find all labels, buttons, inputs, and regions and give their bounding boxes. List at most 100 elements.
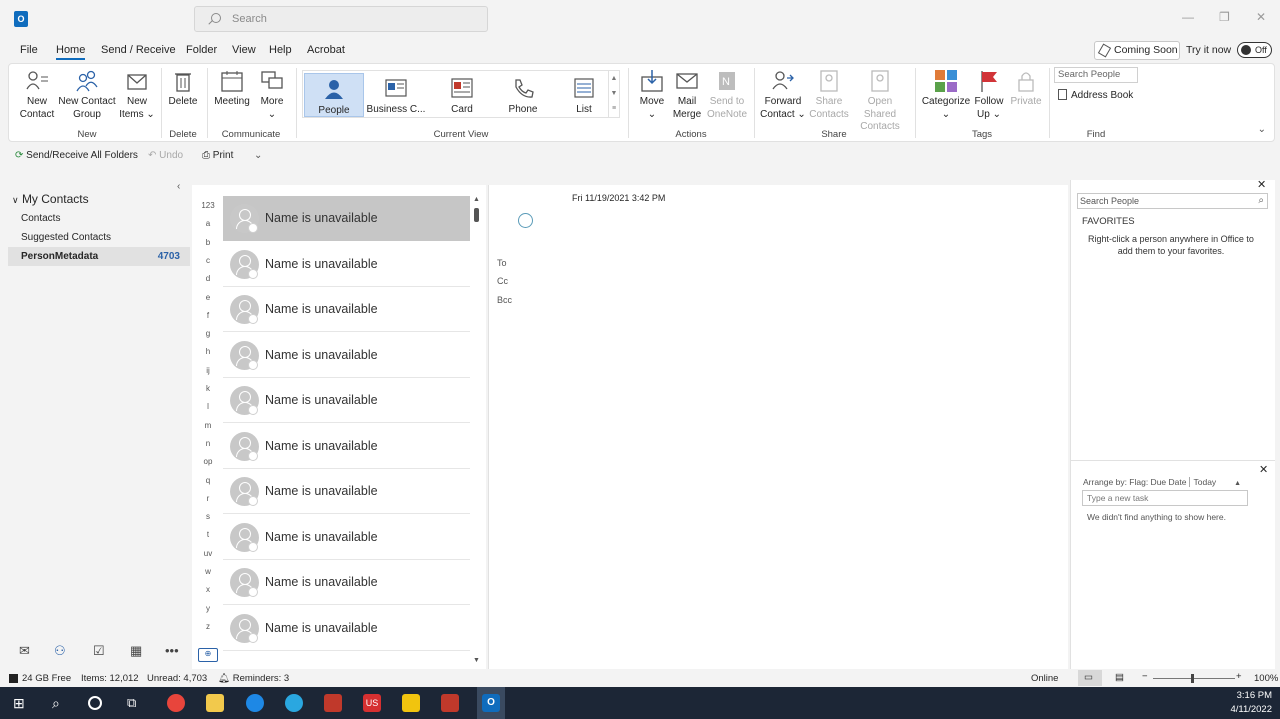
- menu-file[interactable]: File: [20, 44, 38, 56]
- new-task-input[interactable]: Type a new task: [1082, 490, 1248, 506]
- customize-qat-icon[interactable]: ⌄: [254, 150, 262, 161]
- file-explorer-icon[interactable]: [206, 694, 224, 712]
- menu-send-receive[interactable]: Send / Receive: [101, 44, 176, 56]
- alphabet-index-letter[interactable]: op: [196, 457, 220, 466]
- categorize-button[interactable]: Categorize ⌄: [921, 69, 971, 121]
- contact-list-scrollbar[interactable]: ▲ ▼: [470, 196, 484, 668]
- menu-home[interactable]: Home: [56, 44, 86, 60]
- edge-icon[interactable]: [246, 694, 264, 712]
- folder-contacts[interactable]: Contacts: [21, 213, 60, 224]
- scroll-thumb[interactable]: [474, 208, 479, 222]
- mail-icon[interactable]: ✉: [19, 643, 30, 659]
- sort-up-icon[interactable]: ▲: [1234, 480, 1241, 487]
- reminders-button[interactable]: 🔔︎ Reminders: 3: [218, 673, 289, 684]
- close-tasks-icon[interactable]: ✕: [1259, 463, 1268, 476]
- zoom-out-icon[interactable]: −: [1142, 671, 1148, 682]
- new-contact-group-button[interactable]: New Contact Group: [57, 69, 117, 121]
- new-contact-button[interactable]: New Contact: [17, 69, 57, 121]
- task-view-icon[interactable]: ⧉: [127, 694, 145, 712]
- app-red-icon[interactable]: [324, 694, 342, 712]
- menu-help[interactable]: Help: [269, 44, 292, 56]
- scroll-up-icon[interactable]: ▲: [473, 196, 480, 203]
- menu-folder[interactable]: Folder: [186, 44, 217, 56]
- alphabet-index-letter[interactable]: y: [196, 604, 220, 613]
- alphabet-index-letter[interactable]: l: [196, 402, 220, 411]
- menu-view[interactable]: View: [232, 44, 256, 56]
- reading-view-icon[interactable]: ▤: [1115, 672, 1124, 683]
- my-contacts-header[interactable]: ∨ My Contacts: [12, 192, 89, 206]
- view-people[interactable]: People: [304, 73, 364, 117]
- tasks-icon[interactable]: ☑: [93, 643, 105, 659]
- contact-row[interactable]: Name is unavailable: [223, 514, 470, 560]
- view-phone[interactable]: Phone: [493, 73, 553, 117]
- close-people-pane-icon[interactable]: ✕: [1257, 178, 1266, 191]
- contact-row[interactable]: Name is unavailable: [223, 241, 470, 287]
- contact-row[interactable]: Name is unavailable: [223, 560, 470, 605]
- private-button[interactable]: Private: [1009, 69, 1043, 109]
- alphabet-index-letter[interactable]: e: [196, 293, 220, 302]
- alphabet-index-letter[interactable]: 123: [196, 201, 220, 210]
- undo-button[interactable]: ↶ Undo: [148, 150, 183, 161]
- collapse-folder-pane-icon[interactable]: ‹: [177, 181, 180, 192]
- follow-up-button[interactable]: Follow Up ⌄: [971, 69, 1007, 121]
- alphabet-index-letter[interactable]: w: [196, 567, 220, 576]
- alphabet-index-letter[interactable]: d: [196, 274, 220, 283]
- forward-contact-button[interactable]: Forward Contact ⌄: [759, 69, 807, 121]
- alphabet-index-letter[interactable]: uv: [196, 549, 220, 558]
- alphabet-index-letter[interactable]: z: [196, 622, 220, 631]
- move-button[interactable]: Move ⌄: [634, 69, 670, 121]
- app-us-icon[interactable]: US: [363, 694, 381, 712]
- people-pane-search-input[interactable]: Search People ⌕: [1077, 193, 1268, 209]
- alphabet-index-letter[interactable]: q: [196, 476, 220, 485]
- print-button[interactable]: ⎙ Print: [202, 150, 233, 161]
- try-it-toggle[interactable]: Off: [1237, 42, 1272, 58]
- contact-row[interactable]: Name is unavailable: [223, 378, 470, 423]
- global-search-box[interactable]: Search: [194, 6, 488, 32]
- zoom-slider-track[interactable]: [1153, 678, 1235, 679]
- alphabet-index-letter[interactable]: ij: [196, 366, 220, 375]
- contact-row[interactable]: Name is unavailable: [223, 469, 470, 514]
- close-window-icon[interactable]: ✕: [1256, 10, 1266, 24]
- language-index-icon[interactable]: ⊕: [198, 648, 218, 662]
- collapse-ribbon-icon[interactable]: ⌄: [1258, 124, 1266, 135]
- alphabet-index-letter[interactable]: t: [196, 530, 220, 539]
- contact-row[interactable]: Name is unavailable: [223, 287, 470, 332]
- calendar-nav-icon[interactable]: ▦: [130, 643, 142, 659]
- alphabet-index-letter[interactable]: h: [196, 347, 220, 356]
- more-apps-icon[interactable]: •••: [165, 643, 179, 658]
- address-book-button[interactable]: Address Book: [1058, 89, 1133, 101]
- alphabet-index-letter[interactable]: k: [196, 384, 220, 393]
- scroll-down-icon[interactable]: ▼: [473, 657, 480, 664]
- meeting-button[interactable]: Meeting: [212, 69, 252, 109]
- alphabet-index-letter[interactable]: g: [196, 329, 220, 338]
- mail-merge-button[interactable]: Mail Merge: [670, 69, 704, 121]
- share-contacts-button[interactable]: Share Contacts: [809, 69, 849, 121]
- zoom-in-icon[interactable]: +: [1236, 671, 1242, 682]
- windows-start-icon[interactable]: ⊞: [13, 694, 31, 712]
- outlook-app-icon[interactable]: O: [14, 11, 28, 27]
- send-to-onenote-button[interactable]: N Send to OneNote: [706, 69, 748, 121]
- folder-personmetadata[interactable]: PersonMetadata 4703: [8, 247, 190, 266]
- alphabet-index-letter[interactable]: f: [196, 311, 220, 320]
- open-shared-contacts-button[interactable]: Open Shared Contacts: [851, 69, 909, 134]
- system-clock[interactable]: 3:16 PM 4/11/2022: [1230, 689, 1272, 717]
- more-button[interactable]: More ⌄: [254, 69, 290, 121]
- gallery-scroll[interactable]: ▲ ▼ ≡: [608, 71, 619, 117]
- zoom-slider-thumb[interactable]: [1191, 674, 1194, 683]
- send-receive-all-button[interactable]: ⟳ Send/Receive All Folders: [15, 150, 138, 161]
- alphabet-index-letter[interactable]: n: [196, 439, 220, 448]
- folder-suggested-contacts[interactable]: Suggested Contacts: [21, 232, 111, 243]
- alphabet-index-letter[interactable]: c: [196, 256, 220, 265]
- alphabet-index-letter[interactable]: m: [196, 421, 220, 430]
- contact-row[interactable]: Name is unavailable: [223, 332, 470, 378]
- alphabet-index-letter[interactable]: x: [196, 585, 220, 594]
- contact-row[interactable]: Name is unavailable: [223, 196, 470, 241]
- alphabet-index-letter[interactable]: r: [196, 494, 220, 503]
- maximize-icon[interactable]: ❐: [1219, 10, 1230, 24]
- menu-acrobat[interactable]: Acrobat: [307, 44, 345, 56]
- search-icon[interactable]: ⌕: [1258, 194, 1264, 208]
- alphabet-index-letter[interactable]: b: [196, 238, 220, 247]
- coming-soon-button[interactable]: Coming Soon: [1094, 41, 1180, 60]
- new-items-button[interactable]: New Items ⌄: [117, 69, 157, 121]
- chrome-icon[interactable]: [167, 694, 185, 712]
